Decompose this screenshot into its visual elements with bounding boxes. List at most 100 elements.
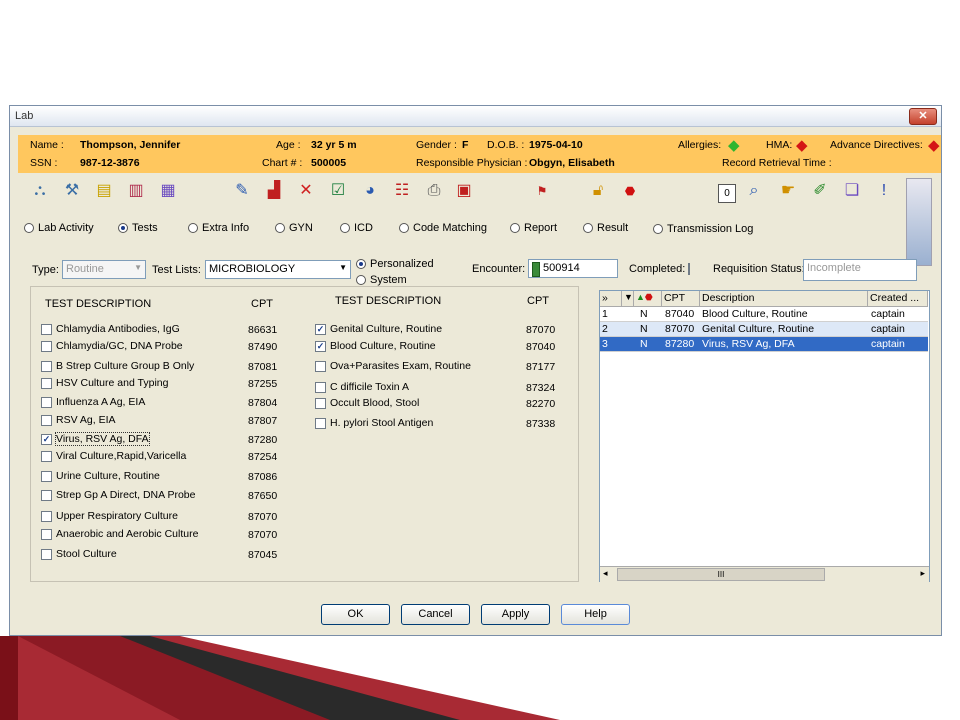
test-item[interactable]: ✓ Genital Culture, Routine [315,323,442,335]
stack-icon[interactable]: ❏ [842,181,862,201]
test-item[interactable]: C difficile Toxin A [315,381,409,393]
tab-icd[interactable]: ICD [340,222,373,234]
checkbox[interactable] [41,360,52,372]
system-radio[interactable]: System [356,274,407,286]
delete-icon[interactable]: ✕ [296,181,316,201]
checkbox[interactable] [315,417,326,429]
report-icon[interactable]: ☷ [392,181,412,201]
test-item[interactable]: HSV Culture and Typing [41,377,168,389]
checkbox[interactable] [41,489,52,501]
allergies-diamond-icon[interactable]: ◆ [728,136,740,154]
help-button[interactable]: Help [561,604,630,625]
checkbox[interactable] [41,340,52,352]
patient-chart: 500005 [311,157,347,169]
encounter-field[interactable]: 500914 [528,259,618,278]
hierarchy-icon[interactable]: ⛬ [30,181,50,201]
test-item[interactable]: RSV Ag, EIA [41,414,116,426]
scroll-right-icon[interactable]: ▸ [920,568,925,579]
checkbox[interactable] [41,548,52,560]
test-item[interactable]: Ova+Parasites Exam, Routine [315,360,471,372]
unlock-icon[interactable]: 🔓︎ [588,181,608,201]
hand-icon[interactable]: ☛ [778,181,798,201]
test-cpt: 87338 [526,418,556,430]
age-label: Age : [276,139,301,151]
checkbox[interactable] [315,397,326,409]
ok-button[interactable]: OK [321,604,390,625]
test-item[interactable]: Chlamydia Antibodies, IgG [41,323,180,335]
hma-diamond-icon[interactable]: ◆ [796,136,808,154]
tab-report[interactable]: Report [510,222,557,234]
tools-hierarchy-icon[interactable]: ⚒ [62,181,82,201]
horizontal-scrollbar[interactable]: ◂ III ▸ [600,566,929,582]
alert-icon[interactable]: ! [874,181,894,201]
checkbox[interactable] [41,528,52,540]
apply-button[interactable]: Apply [481,604,550,625]
test-item[interactable]: Strep Gp A Direct, DNA Probe [41,489,195,501]
attachment-icon[interactable]: ⌕ [744,181,764,201]
tab-lab-activity[interactable]: Lab Activity [24,222,94,234]
test-item[interactable]: H. pylori Stool Antigen [315,417,433,429]
checkbox[interactable] [41,414,52,426]
checkbox[interactable] [41,470,52,482]
checklist-icon[interactable]: ☑ [328,181,348,201]
form-icon[interactable]: ▣ [454,181,474,201]
test-item[interactable]: Anaerobic and Aerobic Culture [41,528,198,540]
print-icon[interactable]: ⎙ [424,181,444,201]
checkbox[interactable] [41,323,52,335]
checkbox[interactable] [41,510,52,522]
grid-row[interactable]: 2 N 87070 Genital Culture, Routine captain [600,322,928,337]
type-select[interactable]: Routine ▼ [62,260,146,279]
col-header-cpt: CPT [251,298,273,310]
clipboard-icon[interactable]: ▤ [94,181,114,201]
checkbox-checked[interactable]: ✓ [41,433,52,445]
checkbox[interactable] [315,381,326,393]
close-button[interactable]: ✕ [909,108,937,125]
test-item[interactable]: B Strep Culture Group B Only [41,360,194,372]
test-item[interactable]: Stool Culture [41,548,117,560]
grid-header-cpt[interactable]: CPT [662,291,700,307]
globe-icon[interactable]: ◕ [360,181,380,201]
test-lists-select[interactable]: MICROBIOLOGY ▼ [205,260,351,279]
test-item[interactable]: Upper Respiratory Culture [41,510,178,522]
grid-header-created[interactable]: Created ... [868,291,928,307]
tab-code-matching[interactable]: Code Matching [399,222,487,234]
personalized-radio[interactable]: Personalized [356,258,434,270]
tab-extra-info[interactable]: Extra Info [188,222,249,234]
advance-directives-diamond-icon[interactable]: ◆ [928,136,940,154]
bookmark-icon[interactable]: ▥ [126,181,146,201]
books-icon[interactable]: ▦ [158,181,178,201]
checkbox-checked[interactable]: ✓ [315,323,326,335]
pen-icon[interactable]: ✎ [232,181,252,201]
checkbox-checked[interactable]: ✓ [315,340,326,352]
stop-icon[interactable]: ⬣ [620,181,640,201]
checkbox[interactable] [41,396,52,408]
grid-row-selected[interactable]: 3 N 87280 Virus, RSV Ag, DFA captain [600,337,928,352]
expand-column-header[interactable]: » [600,291,622,307]
test-item[interactable]: Occult Blood, Stool [315,397,419,409]
test-item[interactable]: Viral Culture,Rapid,Varicella [41,450,186,462]
checkbox[interactable] [41,377,52,389]
filter-icon[interactable]: ▼ [622,291,634,307]
grid-header-description[interactable]: Description [700,291,868,307]
tab-transmission-log[interactable]: Transmission Log [653,223,753,235]
checkbox[interactable] [315,360,326,372]
chart-icon[interactable]: ▟ [264,181,284,201]
radio-icon [399,223,409,233]
test-item[interactable]: Urine Culture, Routine [41,470,160,482]
test-item[interactable]: ✓ Virus, RSV Ag, DFA [41,432,150,446]
edit-note-icon[interactable]: ✐ [810,181,830,201]
checkbox[interactable] [41,450,52,462]
completed-checkbox[interactable] [688,263,690,275]
tab-tests[interactable]: Tests [118,222,158,234]
cancel-button[interactable]: Cancel [401,604,470,625]
scroll-thumb[interactable]: III [617,568,825,581]
test-item[interactable]: Chlamydia/GC, DNA Probe [41,340,183,352]
scroll-left-icon[interactable]: ◂ [603,568,608,579]
test-item[interactable]: Influenza A Ag, EIA [41,396,145,408]
orders-grid[interactable]: » ▼ ▲⬣ CPT Description Created ... 1 N 870… [599,290,930,582]
test-item[interactable]: ✓ Blood Culture, Routine [315,340,436,352]
flag-icon[interactable]: ⚑ [532,181,552,201]
tab-result[interactable]: Result [583,222,628,234]
grid-row[interactable]: 1 N 87040 Blood Culture, Routine captain [600,307,928,322]
tab-gyn[interactable]: GYN [275,222,313,234]
